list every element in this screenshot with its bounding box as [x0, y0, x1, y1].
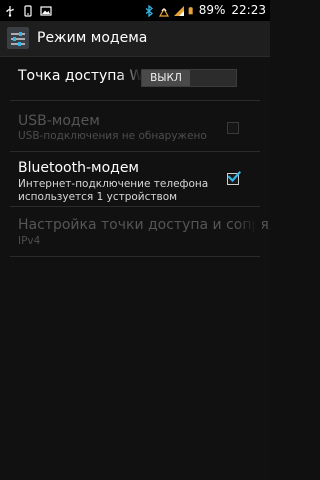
divider [10, 256, 260, 257]
bluetooth-modem-checkbox[interactable] [227, 170, 241, 185]
hotspot-settings-row[interactable]: Настройка точки доступа и сопряж IPv4 [0, 207, 270, 257]
signal-icon [173, 5, 184, 16]
status-bar-system: 89% 22:23 [143, 2, 266, 19]
status-bar: 89% 22:23 [0, 0, 270, 21]
checkmark-icon [227, 170, 241, 183]
usb-modem-checkbox[interactable] [227, 122, 239, 134]
screen: 89% 22:23 Режим модема Точка доступа W В… [0, 0, 270, 480]
status-bar-notifications [4, 3, 52, 18]
image-icon [40, 5, 52, 16]
page-title: Режим модема [37, 30, 148, 46]
bluetooth-modem-subtitle-line2: используется 1 устройством [18, 191, 178, 203]
hotspot-icon [158, 7, 169, 17]
bluetooth-modem-subtitle-line1: Интернет-подключение телефона [18, 178, 209, 190]
usb-modem-title: USB-модем [18, 113, 100, 129]
bluetooth-icon [145, 4, 153, 17]
title-fade [118, 66, 142, 90]
battery-percent: 89% [198, 3, 226, 17]
hotspot-settings-title: Настройка точки доступа и сопряж [18, 217, 270, 233]
usb-modem-subtitle: USB-подключения не обнаружено [18, 130, 207, 142]
battery-icon [188, 6, 193, 14]
title-fade [236, 214, 262, 236]
settings-sliders-icon[interactable] [7, 27, 29, 49]
action-bar[interactable]: Режим модема [0, 21, 270, 56]
notification-icon [24, 4, 32, 17]
bluetooth-modem-title: Bluetooth-модем [18, 160, 139, 176]
usb-icon [6, 5, 14, 17]
hotspot-toggle[interactable]: ВЫКЛ [141, 69, 237, 87]
toggle-label: ВЫКЛ [142, 70, 190, 86]
clock: 22:23 [231, 3, 266, 17]
hotspot-settings-subtitle: IPv4 [18, 235, 41, 247]
